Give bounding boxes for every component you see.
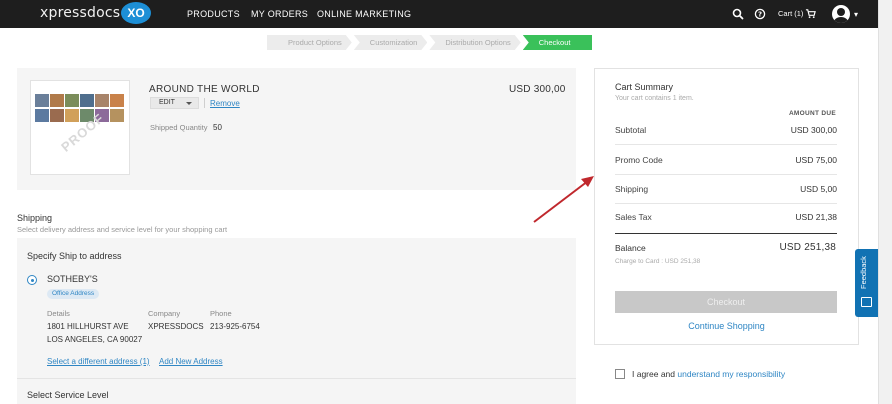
ship-to-title: Specify Ship to address <box>27 251 122 261</box>
cart-link[interactable]: Cart (1) <box>778 9 803 18</box>
balance-label: Balance <box>615 243 646 253</box>
summary-row-shipping: Shipping USD 5,00 <box>615 175 837 204</box>
annotation-arrow-icon <box>533 176 594 223</box>
divider <box>204 98 205 108</box>
summary-value: USD 75,00 <box>795 155 837 165</box>
add-new-address-link[interactable]: Add New Address <box>159 357 223 366</box>
checkout-button[interactable]: Checkout <box>615 291 837 313</box>
shipped-quantity-value: 50 <box>213 123 222 132</box>
summary-label: Sales Tax <box>615 212 652 222</box>
nav-online-marketing[interactable]: ONLINE MARKETING <box>317 9 411 19</box>
thumbnail-images <box>35 94 124 122</box>
avatar[interactable] <box>832 5 850 23</box>
summary-value: USD 5,00 <box>800 184 837 194</box>
agree-label: I agree and <box>632 369 676 379</box>
shipping-subheading: Select delivery address and service leve… <box>17 225 228 234</box>
edit-button[interactable]: EDIT <box>150 97 199 109</box>
top-nav: xpressdocs XO PRODUCTS MY ORDERS ONLINE … <box>0 0 878 28</box>
shipped-quantity-label: Shipped Quantity <box>150 123 208 132</box>
continue-shopping-link[interactable]: Continue Shopping <box>595 321 858 331</box>
feedback-icon <box>861 297 872 307</box>
company-label: Company <box>148 309 181 318</box>
company-value: XPRESSDOCS <box>148 322 204 331</box>
feedback-tab[interactable]: Feedback <box>855 249 878 317</box>
svg-text:?: ? <box>758 11 762 19</box>
address-line2: LOS ANGELES, CA 90027 <box>47 335 143 344</box>
responsibility-link[interactable]: understand my responsibility <box>677 369 785 379</box>
chevron-down-icon[interactable]: ▾ <box>854 10 858 19</box>
cart-summary-title: Cart Summary <box>615 82 674 92</box>
divider <box>615 233 837 234</box>
remove-link[interactable]: Remove <box>210 99 240 108</box>
phone-value: 213-925-6754 <box>210 322 260 331</box>
shipping-card: Specify Ship to address SOTHEBY'S Office… <box>17 238 576 404</box>
search-icon[interactable] <box>731 7 745 21</box>
details-label: Details <box>47 309 70 318</box>
shipping-heading: Shipping <box>17 213 53 223</box>
summary-label: Shipping <box>615 184 649 194</box>
product-price: USD 300,00 <box>509 84 566 95</box>
charge-to-card: Charge to Card : USD 251,38 <box>615 258 701 265</box>
summary-label: Promo Code <box>615 155 663 165</box>
product-title: AROUND THE WORLD <box>149 84 260 95</box>
agree-checkbox[interactable] <box>615 369 625 379</box>
product-thumbnail[interactable]: PROOF <box>30 80 130 175</box>
address-name: SOTHEBY'S <box>47 274 98 284</box>
step-distribution-options[interactable]: Distribution Options <box>429 35 520 50</box>
select-different-address-link[interactable]: Select a different address (1) <box>47 357 150 366</box>
help-icon[interactable]: ? <box>753 7 767 21</box>
balance-value: USD 251,38 <box>779 242 836 253</box>
divider <box>17 378 576 379</box>
cart-icon[interactable] <box>805 8 816 19</box>
address-badge: Office Address <box>47 289 100 299</box>
nav-my-orders[interactable]: MY ORDERS <box>251 9 308 19</box>
step-checkout: Checkout <box>522 35 593 50</box>
service-level-title: Select Service Level <box>27 390 109 400</box>
agree-text: I agree and understand my responsibility <box>632 369 785 379</box>
scrollbar[interactable] <box>878 0 892 404</box>
summary-row-promo: Promo Code USD 75,00 <box>615 146 837 175</box>
step-product-options[interactable]: Product Options <box>267 35 352 50</box>
summary-value: USD 21,38 <box>795 212 837 222</box>
feedback-label: Feedback <box>859 256 868 289</box>
edit-label: EDIT <box>159 99 175 106</box>
summary-label: Subtotal <box>615 125 647 135</box>
caret-down-icon <box>186 102 192 105</box>
step-customization[interactable]: Customization <box>354 35 428 50</box>
summary-value: USD 300,00 <box>790 125 837 135</box>
cart-summary-subtitle: Your cart contains 1 item. <box>615 95 694 102</box>
phone-label: Phone <box>210 309 232 318</box>
nav-products[interactable]: PRODUCTS <box>187 9 240 19</box>
cart-summary: Cart Summary Your cart contains 1 item. … <box>594 68 859 345</box>
summary-row-subtotal: Subtotal USD 300,00 <box>615 116 837 145</box>
logo[interactable]: xpressdocs <box>40 5 120 21</box>
address-line1: 1801 HILLHURST AVE <box>47 322 129 331</box>
product-card: PROOF AROUND THE WORLD EDIT Remove Shipp… <box>17 68 576 190</box>
logo-badge[interactable]: XO <box>121 2 151 24</box>
checkout-steps: Product Options Customization Distributi… <box>267 35 594 50</box>
address-radio[interactable] <box>27 275 37 285</box>
summary-row-sales-tax: Sales Tax USD 21,38 <box>615 203 837 232</box>
